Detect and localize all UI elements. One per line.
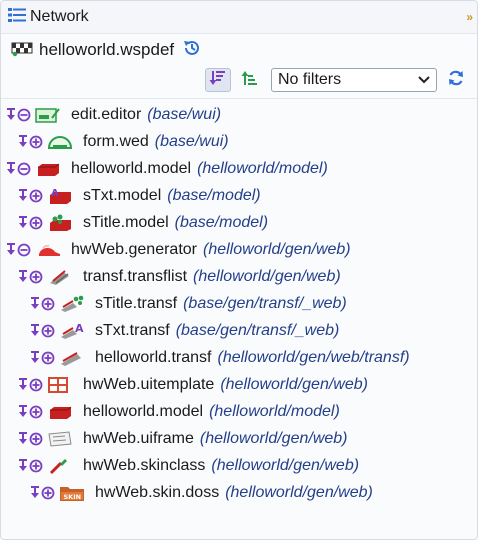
network-tree: edit.editor (base/wui) form.wed (base/wui) h… <box>1 98 477 506</box>
tree-item-name: hwWeb.generator <box>71 240 197 258</box>
svg-text:A: A <box>51 188 59 199</box>
expand-toggle-icon[interactable] <box>29 295 59 313</box>
tree-item-name: hwWeb.uiframe <box>83 429 194 447</box>
file-bar: helloworld.wspdef <box>1 34 477 66</box>
tree-item-path: (helloworld/gen/web) <box>203 240 351 258</box>
expand-toggle-icon[interactable] <box>17 403 47 421</box>
tree-item-name: helloworld.model <box>71 159 192 177</box>
tree-row[interactable]: hwWeb.uiframe (helloworld/gen/web) <box>1 425 477 452</box>
tree-item-name: helloworld.model <box>83 402 204 420</box>
skinclass-brush-icon <box>47 457 77 475</box>
file-name: helloworld.wspdef <box>39 40 175 59</box>
tree-row[interactable]: edit.editor (base/wui) <box>1 101 477 128</box>
tree-item-path: (helloworld/model) <box>209 402 340 420</box>
tree-item-name: sTxt.model <box>83 186 162 204</box>
tree-row[interactable]: sTitle.transf (base/gen/transf/_web) <box>1 290 477 317</box>
expand-toggle-icon[interactable] <box>17 187 47 205</box>
svg-text:A: A <box>75 322 84 335</box>
sort-up-icon <box>241 69 259 92</box>
expand-toggle-icon[interactable] <box>17 376 47 394</box>
tree-item-name: helloworld.transf <box>95 348 212 366</box>
panel-titlebar: Network » <box>1 1 477 34</box>
tree-row[interactable]: helloworld.model (helloworld/model) <box>1 398 477 425</box>
tree-toolbar: No filters <box>1 66 477 94</box>
tree-item-path: (helloworld/gen/web) <box>220 375 368 393</box>
filter-select[interactable]: No filters <box>271 68 437 92</box>
tree-item-path: (base/wui) <box>154 132 229 150</box>
tree-item-path: (base/model) <box>174 213 269 231</box>
uitemplate-grid-icon <box>47 376 77 394</box>
expand-toggle-icon[interactable] <box>17 430 47 448</box>
title-transf-icon <box>59 295 89 313</box>
tree-item-path: (helloworld/gen/web/transf) <box>217 348 410 366</box>
transf-icon <box>59 349 89 367</box>
panel-title: Network <box>30 8 89 25</box>
filter-select-value: No filters <box>278 71 342 88</box>
collapse-toggle-icon[interactable] <box>5 106 35 124</box>
tree-item-path: (helloworld/gen/web) <box>211 456 360 474</box>
expand-toggle-icon[interactable] <box>17 457 47 475</box>
expand-toggle-icon[interactable] <box>29 484 59 502</box>
tree-item-name: sTitle.model <box>83 213 169 231</box>
text-transf-icon: A <box>59 322 89 340</box>
tree-item-path: (base/wui) <box>147 105 222 123</box>
tree-item-name: sTitle.transf <box>95 294 178 312</box>
collapse-chevron-icon[interactable]: » <box>466 10 473 24</box>
tree-item-name: hwWeb.skinclass <box>83 456 206 474</box>
generator-cap-icon <box>35 241 65 259</box>
tree-row[interactable]: SKIN hwWeb.skin.doss (helloworld/gen/web) <box>1 479 477 506</box>
gauge-form-icon <box>47 133 77 151</box>
tree-item-name: hwWeb.skin.doss <box>95 483 220 501</box>
tree-row[interactable]: AsTxt.model (base/model) <box>1 182 477 209</box>
tree-row[interactable]: AsTxt.transf (base/gen/transf/_web) <box>1 317 477 344</box>
expand-toggle-icon[interactable] <box>17 268 47 286</box>
tree-item-path: (base/gen/transf/_web) <box>175 321 340 339</box>
history-icon[interactable] <box>182 38 202 63</box>
expand-toggle-icon[interactable] <box>17 133 47 151</box>
tree-item-name: edit.editor <box>71 105 142 123</box>
tree-item-path: (helloworld/gen/web) <box>193 267 341 285</box>
expand-toggle-icon[interactable] <box>29 322 59 340</box>
tree-row[interactable]: helloworld.model (helloworld/model) <box>1 155 477 182</box>
collapse-toggle-icon[interactable] <box>5 160 35 178</box>
text-model-icon: A <box>47 187 77 205</box>
tree-item-name: hwWeb.uitemplate <box>83 375 215 393</box>
tree-row[interactable]: hwWeb.skinclass (helloworld/gen/web) <box>1 452 477 479</box>
chevron-down-icon <box>418 71 430 89</box>
sort-up-button[interactable] <box>237 68 263 92</box>
expand-toggle-icon[interactable] <box>17 214 47 232</box>
expand-toggle-icon[interactable] <box>29 349 59 367</box>
tree-row[interactable]: sTitle.model (base/model) <box>1 209 477 236</box>
tree-item-path: (base/model) <box>167 186 261 204</box>
sort-down-button[interactable] <box>205 68 231 92</box>
tree-row[interactable]: form.wed (base/wui) <box>1 128 477 155</box>
uiframe-icon <box>47 430 77 448</box>
tree-row[interactable]: hwWeb.generator (helloworld/gen/web) <box>1 236 477 263</box>
tree-item-path: (helloworld/gen/web) <box>225 483 373 501</box>
network-list-icon <box>7 6 27 29</box>
tree-row[interactable]: hwWeb.uitemplate (helloworld/gen/web) <box>1 371 477 398</box>
tree-item-path: (helloworld/gen/web) <box>199 429 348 447</box>
tree-item-name: transf.transflist <box>83 267 188 285</box>
editor-icon <box>35 106 65 124</box>
tree-row[interactable]: transf.transflist (helloworld/gen/web) <box>1 263 477 290</box>
transflist-icon <box>47 268 77 286</box>
collapse-toggle-icon[interactable] <box>5 241 35 259</box>
tree-item-name: form.wed <box>83 132 149 150</box>
network-panel: Network » helloworld.wspdef No filters e… <box>0 0 478 540</box>
refresh-icon[interactable] <box>447 69 465 92</box>
tree-item-name: sTxt.transf <box>95 321 170 339</box>
tree-row[interactable]: helloworld.transf (helloworld/gen/web/tra… <box>1 344 477 371</box>
tree-item-path: (base/gen/transf/_web) <box>183 294 347 312</box>
svg-text:SKIN: SKIN <box>64 493 82 501</box>
flag-file-icon <box>11 39 33 62</box>
tree-item-path: (helloworld/model) <box>197 159 328 177</box>
sort-down-icon <box>209 69 227 92</box>
model-brick-icon <box>47 403 77 421</box>
title-model-icon <box>47 214 77 232</box>
model-brick-icon <box>35 160 65 178</box>
skin-folder-icon: SKIN <box>59 484 89 502</box>
